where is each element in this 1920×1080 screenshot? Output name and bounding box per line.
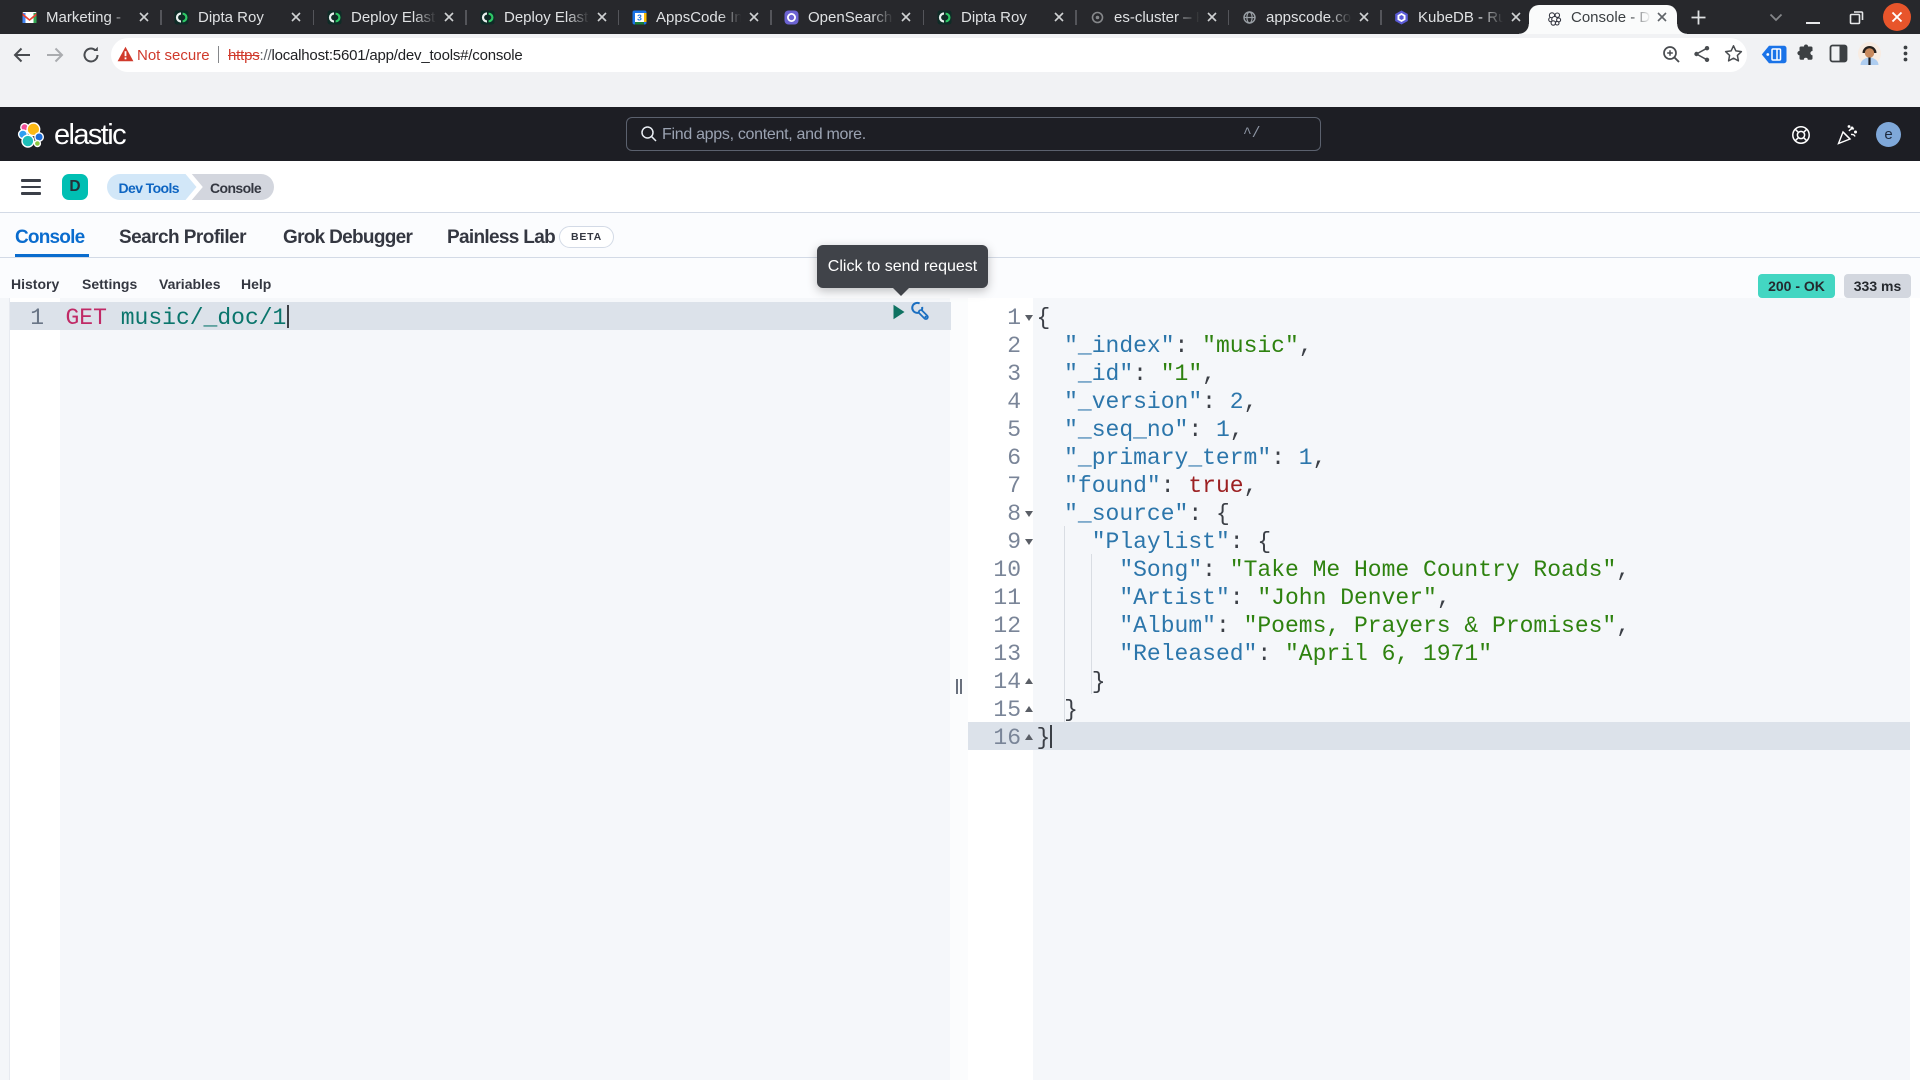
svg-text:3: 3 xyxy=(637,13,642,23)
